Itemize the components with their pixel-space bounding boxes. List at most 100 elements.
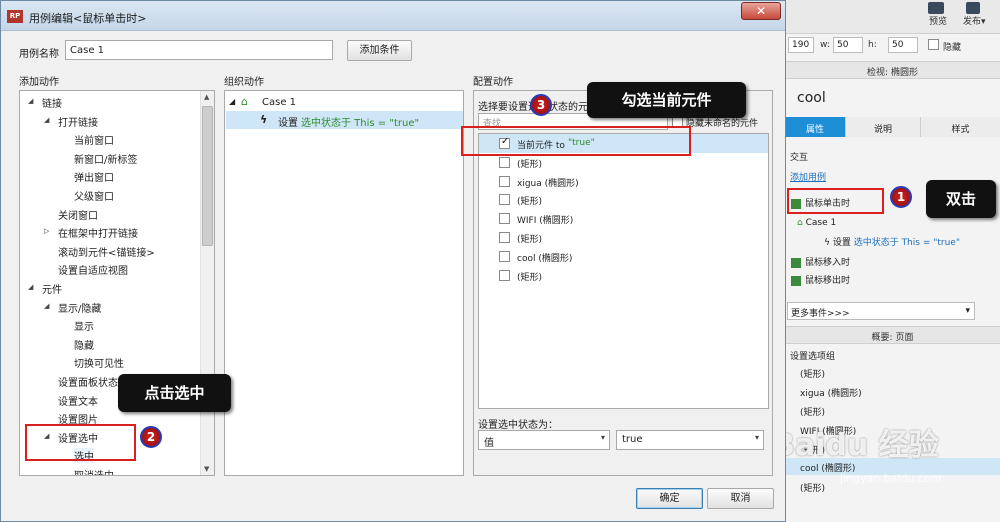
tree-item[interactable]: 打开链接 xyxy=(58,114,98,129)
tab-style[interactable]: 样式 xyxy=(920,117,1000,137)
hidden-checkbox[interactable] xyxy=(928,39,939,50)
outline-item[interactable]: 设置选项组 xyxy=(790,349,835,362)
event-mouseenter[interactable]: 鼠标移入时 xyxy=(791,255,850,268)
expand-arrow-icon[interactable]: ◢ xyxy=(44,116,49,124)
tree-item[interactable]: 显示/隐藏 xyxy=(58,300,101,315)
widget-row[interactable]: (矩形) xyxy=(479,190,768,209)
outline-item[interactable]: (矩形) xyxy=(800,405,825,418)
tree-item[interactable]: 元件 xyxy=(42,281,62,296)
expand-arrow-icon[interactable]: ◢ xyxy=(44,302,49,310)
state-value: true xyxy=(622,434,643,445)
widget-checkbox[interactable] xyxy=(499,250,510,262)
h-field[interactable]: 50 xyxy=(888,37,918,53)
widget-checkbox[interactable] xyxy=(499,156,510,168)
y-field[interactable]: 190 xyxy=(788,37,814,53)
chevron-down-icon: ▾ xyxy=(965,306,970,316)
state-value-select[interactable]: true ▾ xyxy=(616,430,764,450)
widget-row[interactable]: WIFI (椭圆形) xyxy=(479,209,768,228)
highlight-box xyxy=(461,126,691,156)
event-case-label: Case 1 xyxy=(805,218,837,228)
publish-icon[interactable] xyxy=(966,2,980,14)
tree-item[interactable]: 父级窗口 xyxy=(74,188,114,203)
action-prefix: 设置 xyxy=(278,118,298,129)
widget-list[interactable]: 当前元件 to "true"(矩形)xigua (椭圆形)(矩形)WIFI (椭… xyxy=(478,133,769,409)
interaction-label: 交互 xyxy=(790,153,809,163)
tree-item[interactable]: 当前窗口 xyxy=(74,132,114,147)
ok-button[interactable]: 确定 xyxy=(636,488,703,509)
outline-item[interactable]: (矩形) xyxy=(800,481,825,494)
tree-item[interactable]: 设置文本 xyxy=(58,393,98,408)
case-icon: ⌂ xyxy=(797,218,806,228)
state-mode-value: 值 xyxy=(484,438,494,449)
close-button[interactable]: ✕ xyxy=(741,2,781,20)
widget-checkbox[interactable] xyxy=(499,175,510,187)
expand-icon[interactable]: ◢ xyxy=(229,97,235,106)
outline-item[interactable]: (矩形) xyxy=(800,367,825,380)
case-label[interactable]: Case 1 xyxy=(262,97,296,108)
tree-item[interactable]: 切换可见性 xyxy=(74,355,124,370)
outline-item[interactable]: xigua (椭圆形) xyxy=(800,386,862,399)
tree-item[interactable]: 取消选中 xyxy=(74,467,114,475)
state-label: 设置选中状态为： xyxy=(478,420,558,431)
action-text: 选中状态于 This = "true" xyxy=(301,118,420,129)
tree-scrollbar[interactable]: ▲ ▼ xyxy=(200,91,214,475)
tree-item[interactable]: 关闭窗口 xyxy=(58,207,98,222)
add-condition-button[interactable]: 添加条件 xyxy=(347,40,412,61)
widget-row[interactable]: cool (椭圆形) xyxy=(479,247,768,266)
h-label: h: xyxy=(868,40,877,50)
event-mouseleave[interactable]: 鼠标移出时 xyxy=(791,273,850,286)
preview-icon[interactable] xyxy=(928,2,944,14)
state-mode-select[interactable]: 值 ▾ xyxy=(478,430,610,450)
widget-label: (矩形) xyxy=(517,235,543,245)
tree-item[interactable]: 显示 xyxy=(74,318,94,333)
action-row[interactable]: ϟ 设置 选中状态于 This = "true" xyxy=(226,111,463,129)
tree-item[interactable]: 设置自适应视图 xyxy=(58,262,128,277)
cancel-button[interactable]: 取消 xyxy=(707,488,774,509)
event-case[interactable]: ⌂ Case 1 xyxy=(797,218,836,228)
step-badge: 2 xyxy=(140,426,162,448)
more-events-label: 更多事件>>> xyxy=(791,309,850,319)
scroll-down-icon[interactable]: ▼ xyxy=(204,465,209,473)
widget-checkbox[interactable] xyxy=(499,232,510,243)
widget-checkbox[interactable] xyxy=(499,269,510,281)
widget-row[interactable]: xigua (椭圆形) xyxy=(479,172,768,191)
w-field[interactable]: 50 xyxy=(833,37,863,53)
collapse-arrow-icon[interactable]: ▷ xyxy=(44,227,49,235)
highlight-box xyxy=(787,188,884,214)
publish-label[interactable]: 发布▾ xyxy=(963,14,986,27)
scroll-thumb[interactable] xyxy=(202,106,213,246)
add-actions-tree[interactable]: ◢ 链接 ◢ 打开链接当前窗口新窗口/新标签 弹出窗口父级窗口关闭窗口 ▷ 在框架中打开链接… xyxy=(19,90,215,476)
widget-name[interactable]: cool xyxy=(797,90,826,106)
tab-notes[interactable]: 说明 xyxy=(845,117,920,137)
event-icon xyxy=(791,275,801,286)
dialog-title: 用例编辑<鼠标单击时> xyxy=(29,12,147,25)
chevron-down-icon: ▾ xyxy=(600,433,605,442)
event-action[interactable]: ϟ 设置 选中状态于 This = "true" xyxy=(824,235,960,248)
event-mouseleave-label: 鼠标移出时 xyxy=(805,276,851,286)
widget-checkbox[interactable] xyxy=(499,194,510,206)
case-name-input[interactable]: Case 1 xyxy=(65,40,333,60)
organize-panel[interactable]: ◢ ⌂ Case 1 ϟ 设置 选中状态于 This = "true" xyxy=(224,90,464,476)
tree-item[interactable]: 链接 xyxy=(42,95,62,110)
scroll-up-icon[interactable]: ▲ xyxy=(204,93,209,101)
widget-row[interactable]: (矩形) xyxy=(479,228,768,247)
widget-row[interactable]: (矩形) xyxy=(479,266,768,285)
expand-arrow-icon[interactable]: ◢ xyxy=(28,97,33,105)
tree-item[interactable]: 弹出窗口 xyxy=(74,169,114,184)
tab-properties[interactable]: 属性 xyxy=(785,117,845,137)
tree-item[interactable]: 设置面板状态 xyxy=(58,374,118,389)
organize-header: 组织动作 xyxy=(224,77,264,88)
tree-item[interactable]: 在框架中打开链接 xyxy=(58,225,138,240)
event-mouseenter-label: 鼠标移入时 xyxy=(805,258,851,268)
tree-item[interactable]: 隐藏 xyxy=(74,337,94,352)
step-badge: 3 xyxy=(530,94,552,116)
expand-arrow-icon[interactable]: ◢ xyxy=(28,283,33,291)
preview-label[interactable]: 预览 xyxy=(929,14,947,27)
widget-checkbox[interactable] xyxy=(499,213,510,225)
watermark-url: jingyan.baidu.com xyxy=(840,472,942,485)
watermark: Baidu 经验 xyxy=(772,428,939,463)
tree-item[interactable]: 新窗口/新标签 xyxy=(74,151,137,166)
tree-item[interactable]: 滚动到元件<锚链接> xyxy=(58,244,155,259)
more-events-select[interactable]: 更多事件>>> ▾ xyxy=(787,302,975,320)
add-case-link[interactable]: 添加用例 xyxy=(790,170,826,183)
